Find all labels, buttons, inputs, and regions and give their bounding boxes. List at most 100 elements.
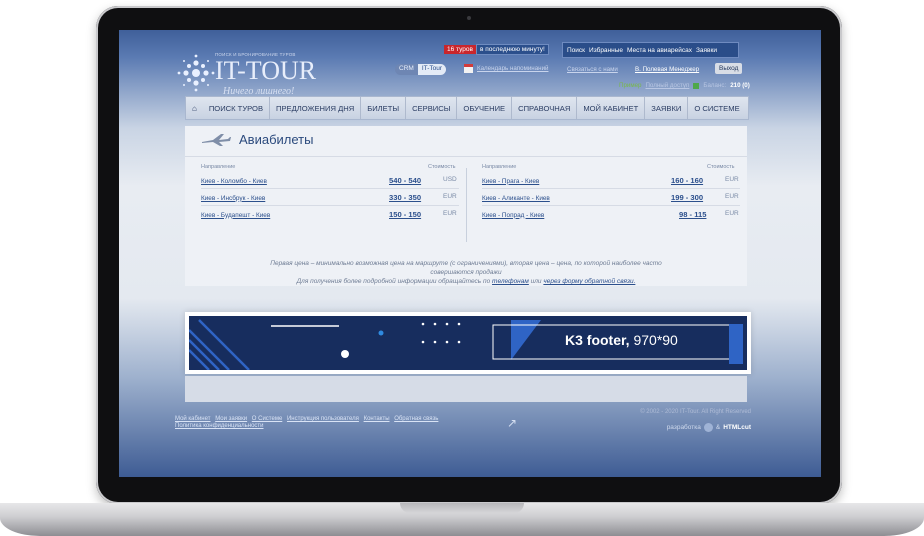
menu-item-training[interactable]: ОБУЧЕНИЕ (457, 97, 513, 119)
flight-route[interactable]: Киев - Прага - Киев (482, 178, 539, 185)
row-divider (482, 205, 740, 206)
ittour-option[interactable]: IT-Tour (417, 64, 447, 75)
phones-link[interactable]: телефонам (492, 278, 529, 285)
top-nav-seats[interactable]: Места на авиарейсах (627, 47, 692, 54)
crm-toggle[interactable]: CRM IT-Tour (395, 64, 447, 75)
developer-logo-icon (703, 423, 713, 432)
footer-link-privacy[interactable]: Политика конфиденциальности (175, 423, 264, 429)
content-panel: Авиабилеты Направление Стоимость Направл… (185, 126, 747, 286)
row-divider (201, 188, 459, 189)
left-col-cost: Стоимость (428, 164, 456, 170)
flight-route[interactable]: Киев - Коломбо - Киев (201, 178, 267, 185)
contact-link[interactable]: Связаться с нами (567, 66, 618, 73)
menu-item-help[interactable]: СПРАВОЧНАЯ (512, 97, 578, 119)
menu-item-tickets[interactable]: БИЛЕТЫ (361, 97, 407, 119)
title-divider (185, 156, 747, 157)
menu-item-cabinet[interactable]: МОЙ КАБИНЕТ (577, 97, 646, 119)
footer-link-feedback[interactable]: Обратная связь (394, 416, 438, 422)
menu-item-services[interactable]: СЕРВИСЫ (406, 97, 458, 119)
flight-row[interactable]: Киев - Попрад - Киев (482, 210, 544, 220)
laptop-notch (400, 503, 524, 513)
contact-note-text: Для получения более подробной информации… (296, 278, 491, 285)
flight-row[interactable]: Киев - Коломбо - Киев (201, 176, 267, 186)
calendar-icon (464, 64, 473, 73)
flight-route[interactable]: Киев - Будапешт - Киев (201, 212, 270, 219)
flight-row[interactable]: Киев - Инсбрук - Киев (201, 193, 265, 203)
contact-note-or: или (530, 278, 542, 285)
developer-credit[interactable]: разработка & HTMLcut (667, 423, 751, 432)
logo-name: IT-TOUR (215, 56, 317, 85)
column-divider (466, 168, 467, 242)
flight-price[interactable]: 98 - 115 (679, 210, 706, 219)
flight-currency: EUR (725, 193, 739, 200)
flight-currency: EUR (443, 210, 457, 217)
flight-route[interactable]: Киев - Инсбрук - Киев (201, 195, 265, 202)
home-icon[interactable]: ⌂ (186, 104, 203, 113)
logo-dots-icon (177, 54, 215, 92)
flight-row[interactable]: Киев - Будапешт - Киев (201, 210, 270, 220)
price-note: Первая цена – минимально возможная цена … (270, 260, 662, 267)
flight-price[interactable]: 540 - 540 (389, 176, 421, 185)
main-menu: ⌂ ПОИСК ТУРОВ ПРЕДЛОЖЕНИЯ ДНЯ БИЛЕТЫ СЕР… (185, 96, 749, 120)
balance-value: 210 (0) (730, 82, 750, 89)
flight-row[interactable]: Киев - Аликанте - Киев (482, 193, 550, 203)
hot-tours-link[interactable]: 16 туров в последнюю минуту! (444, 43, 549, 55)
top-nav-search[interactable]: Поиск (567, 47, 585, 54)
page-header: Авиабилеты (201, 132, 313, 147)
menu-item-offers[interactable]: ПРЕДЛОЖЕНИЯ ДНЯ (270, 97, 362, 119)
footer-links: Мой кабинет Мои заявки О Системе Инструк… (175, 416, 441, 430)
hot-tours-badge: 16 туров (444, 44, 476, 54)
footer-link-about[interactable]: О Системе (252, 416, 283, 422)
exit-button[interactable]: Выход (715, 63, 743, 74)
flight-currency: EUR (725, 176, 739, 183)
footer-link-orders[interactable]: Мои заявки (215, 416, 247, 422)
menu-item-orders[interactable]: ЗАЯВКИ (645, 97, 689, 119)
flight-currency: EUR (725, 210, 739, 217)
top-nav-favorites[interactable]: Избранные (589, 47, 623, 54)
flight-currency: EUR (443, 193, 457, 200)
left-col-direction: Направление (201, 164, 236, 170)
flight-route[interactable]: Киев - Аликанте - Киев (482, 195, 550, 202)
footer-link-contacts[interactable]: Контакты (364, 416, 390, 422)
banner-image[interactable]: K3 footer, 970*90 (189, 316, 747, 370)
flight-currency: USD (443, 176, 457, 183)
right-col-direction: Направление (482, 164, 517, 170)
footer-link-manual[interactable]: Инструкция пользователя (287, 416, 359, 422)
footer-banner[interactable]: K3 footer, 970*90 (185, 312, 751, 374)
flight-price[interactable]: 150 - 150 (389, 210, 421, 219)
flight-price[interactable]: 160 - 160 (671, 176, 703, 185)
footer-link-cabinet[interactable]: Мой кабинет (175, 416, 211, 422)
flight-route[interactable]: Киев - Попрад - Киев (482, 212, 544, 219)
crm-option[interactable]: CRM (395, 64, 418, 75)
price-note-2: совершаются продажи (430, 269, 502, 276)
copyright: © 2002 - 2020 IT-Tour. All Right Reserve… (640, 409, 751, 415)
calendar-label: Календарь напоминаний (477, 65, 549, 72)
row-divider (201, 205, 459, 206)
example-link[interactable]: Пример (619, 82, 641, 89)
right-col-cost: Стоимость (707, 164, 735, 170)
balance-label: Баланс: (703, 82, 727, 89)
camera-icon (467, 16, 471, 20)
flight-price[interactable]: 199 - 300 (671, 193, 703, 202)
menu-item-search[interactable]: ПОИСК ТУРОВ (203, 97, 271, 119)
footer-bar (185, 376, 747, 402)
access-level: Полный доступ (645, 82, 690, 89)
access-status: Пример Полный доступ Баланс: 210 (0) (619, 82, 750, 89)
flight-row[interactable]: Киев - Прага - Киев (482, 176, 539, 186)
contact-note: Для получения более подробной информации… (185, 278, 747, 285)
feedback-form-link[interactable]: через форму обратной связи. (543, 278, 635, 285)
status-icon (693, 82, 700, 89)
manager-link[interactable]: В. Полевая Менеджер (635, 66, 699, 73)
airplane-icon (202, 133, 231, 146)
menu-item-about[interactable]: О СИСТЕМЕ (688, 97, 745, 119)
scroll-up-icon[interactable]: ↗ (507, 416, 517, 430)
dev-name: HTMLcut (723, 424, 751, 431)
page-title: Авиабилеты (239, 132, 314, 147)
row-divider (482, 188, 740, 189)
calendar-link[interactable]: Календарь напоминаний (464, 64, 549, 73)
banner-label-size: 970*90 (633, 332, 678, 348)
flight-price[interactable]: 330 - 350 (389, 193, 421, 202)
banner-label: K3 footer, 970*90 (565, 332, 678, 348)
dev-amp: & (715, 424, 721, 431)
top-nav-orders[interactable]: Заявки (696, 47, 717, 54)
